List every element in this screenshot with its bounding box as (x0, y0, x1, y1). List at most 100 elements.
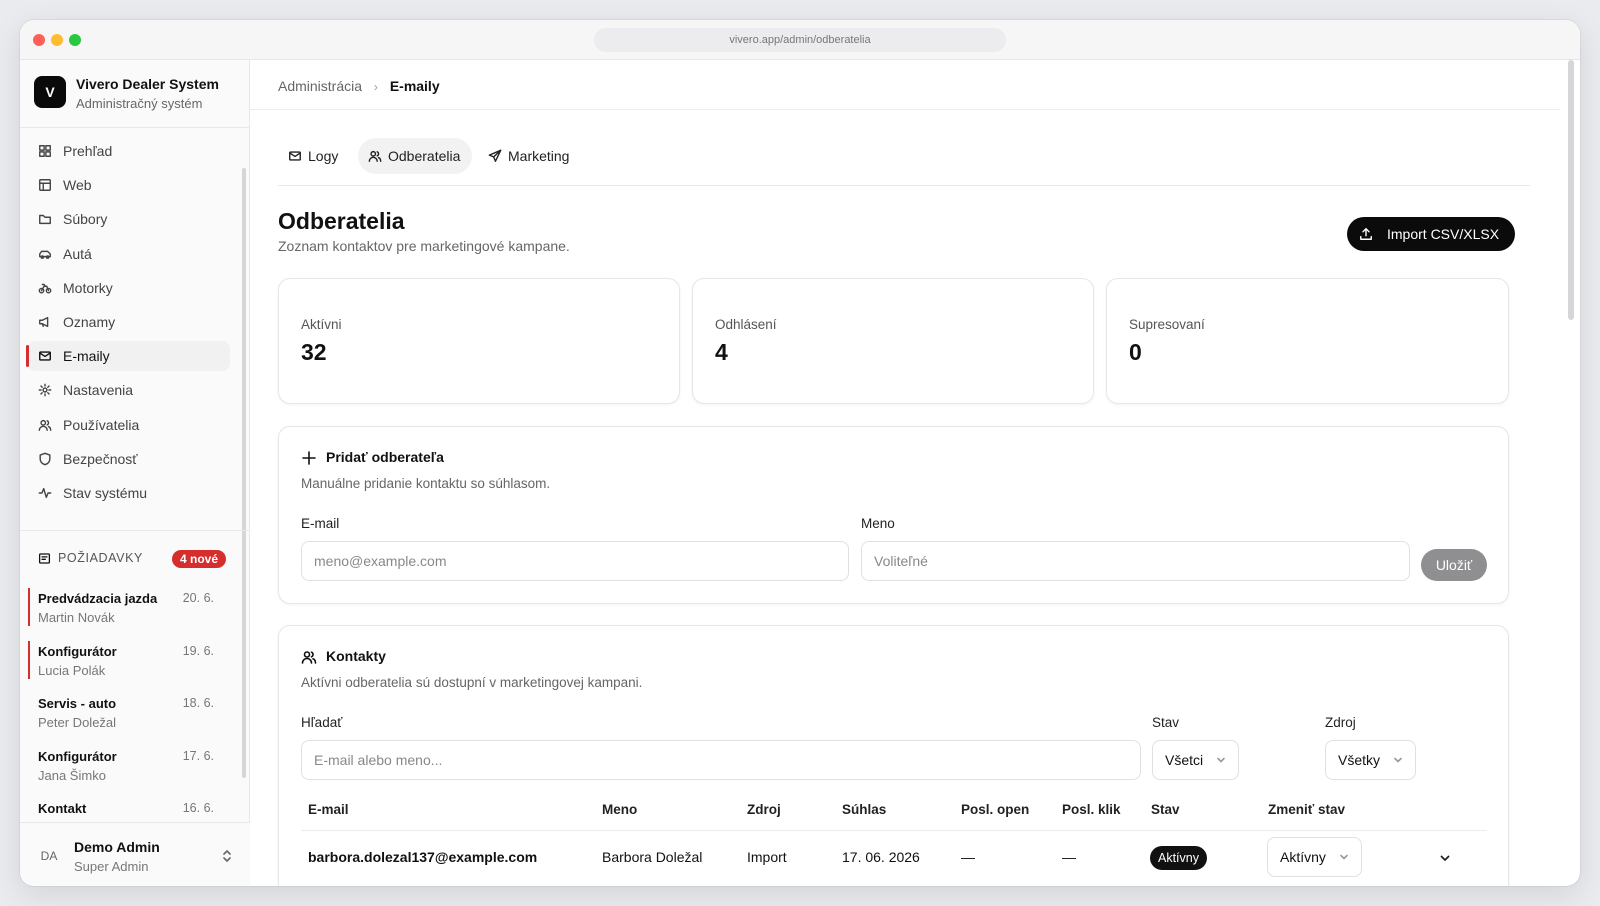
main-content: Administrácia › E-maily Logy Odberatelia… (250, 60, 1580, 886)
email-field[interactable]: meno@example.com (301, 541, 849, 581)
sidebar-divider (20, 127, 250, 128)
brand-title: Vivero Dealer System (76, 76, 219, 92)
sidebar-item-label: Súbory (63, 211, 108, 228)
sidebar-item-pouzivatelia[interactable]: Používatelia (28, 410, 230, 440)
sidebar-item-prehlad[interactable]: Prehľad (28, 136, 230, 166)
import-button-label: Import CSV/XLSX (1387, 226, 1500, 242)
mail-icon (289, 151, 301, 161)
user-menu[interactable]: DA Demo Admin Super Admin (20, 822, 250, 886)
column-header[interactable]: Zmeniť stav (1268, 802, 1345, 817)
user-role: Super Admin (74, 859, 149, 874)
brand-subtitle: Administračný systém (76, 96, 203, 111)
stat-card-unsubscribed: Odhlásení 4 (692, 278, 1094, 404)
breadcrumb-link[interactable]: Administrácia (278, 78, 362, 94)
request-person: Jana Šimko (38, 767, 106, 783)
stat-value: 0 (1129, 339, 1142, 365)
chevron-down-icon (1217, 757, 1225, 763)
zoom-window-button[interactable] (69, 34, 81, 46)
sidebar-item-subory[interactable]: Súbory (28, 204, 230, 234)
sidebar-item-oznamy[interactable]: Oznamy (28, 307, 230, 337)
tab-odberatelia[interactable]: Odberatelia (358, 138, 472, 174)
stat-label: Supresovaní (1129, 317, 1205, 332)
brand[interactable]: V Vivero Dealer System Administračný sys… (34, 76, 244, 116)
breadcrumb: Administrácia › E-maily (278, 76, 440, 96)
sidebar-item-label: Používatelia (63, 416, 140, 433)
sidebar-item-label: E-maily (63, 348, 110, 365)
request-date: 18. 6. (182, 696, 214, 710)
close-window-button[interactable] (33, 34, 45, 46)
sidebar-item-label: Bezpečnosť (63, 450, 138, 467)
status-filter-label: Stav (1152, 715, 1180, 730)
brand-logo: V (34, 76, 66, 108)
sidebar-nav: Prehľad Web Súbory Autá Motorky Oznamy E… (26, 136, 230, 512)
request-date: 19. 6. (182, 643, 214, 658)
save-button[interactable]: Uložiť (1421, 549, 1487, 581)
import-button[interactable]: Import CSV/XLSX (1347, 217, 1515, 251)
status-filter-value: Všetci (1165, 752, 1204, 768)
column-header[interactable]: E-mail (308, 802, 349, 817)
sidebar-item-label: Web (63, 177, 92, 194)
cell-consent: 17. 06. 2026 (842, 849, 920, 865)
add-subscriber-title: Pridať odberateľa (301, 449, 444, 465)
sidebar-item-label: Stav systému (63, 484, 148, 501)
column-header[interactable]: Súhlas (842, 802, 886, 817)
contacts-subtitle: Aktívni odberatelia sú dostupní v market… (301, 675, 643, 690)
expand-row-chevron-icon[interactable] (1439, 852, 1451, 864)
list-item[interactable]: Servis - auto Peter Doležal 18. 6. (28, 693, 224, 746)
add-subscriber-title-text: Pridať odberateľa (326, 449, 444, 465)
upload-icon (1360, 228, 1372, 240)
megaphone-icon (39, 316, 49, 328)
sidebar-item-nastavenia[interactable]: Nastavenia (28, 375, 230, 405)
sidebar-item-e-maily[interactable]: E-maily (26, 341, 230, 372)
sidebar-item-auta[interactable]: Autá (28, 239, 230, 269)
url-bar[interactable]: vivero.app/admin/odberatelia (594, 28, 1006, 52)
status-filter-select[interactable]: Všetci (1152, 740, 1239, 780)
search-input[interactable]: E-mail alebo meno... (301, 740, 1141, 780)
mail-icon (39, 351, 51, 361)
tab-label: Marketing (508, 148, 570, 164)
request-person: Peter Doležal (38, 715, 117, 730)
chevron-down-icon (1394, 757, 1402, 763)
users-icon (368, 150, 382, 162)
column-header[interactable]: Posl. open (961, 802, 1029, 817)
name-field[interactable]: Voliteľné (861, 541, 1410, 581)
list-item[interactable]: Konfigurátor Lucia Polák 19. 6. (28, 640, 224, 694)
sidebar-item-web[interactable]: Web (28, 170, 230, 200)
car-icon (39, 250, 51, 259)
header-divider (250, 109, 1560, 110)
tabs-divider (278, 185, 1530, 186)
list-item[interactable]: Predvádzacia jazda Martin Novák 20. 6. (28, 588, 224, 641)
requests-title: POŽIADAVKY (58, 551, 143, 565)
source-filter-label: Zdroj (1325, 715, 1356, 730)
tab-logy[interactable]: Logy (278, 138, 350, 174)
main-scrollbar[interactable] (1568, 60, 1574, 320)
list-item[interactable]: Konfigurátor Jana Šimko 17. 6. (28, 746, 224, 799)
requests-header: POŽIADAVKY 4 nové (38, 549, 226, 569)
tab-marketing[interactable]: Marketing (478, 138, 586, 174)
column-header[interactable]: Stav (1151, 802, 1180, 817)
activity-icon (38, 487, 52, 498)
column-header[interactable]: Zdroj (747, 802, 781, 817)
sidebar-item-bezpecnost[interactable]: Bezpečnosť (28, 444, 230, 474)
sidebar-item-label: Nastavenia (63, 382, 134, 399)
sidebar-item-label: Prehľad (63, 143, 113, 159)
stat-card-suppressed: Supresovaní 0 (1106, 278, 1509, 404)
gear-icon (38, 383, 52, 397)
tab-label: Logy (308, 148, 339, 164)
name-label: Meno (861, 516, 895, 531)
column-header[interactable]: Posl. klik (1062, 802, 1121, 817)
change-status-select[interactable]: Aktívny (1267, 837, 1362, 877)
breadcrumb-current: E-maily (389, 78, 440, 94)
minimize-window-button[interactable] (51, 34, 63, 46)
sidebar-scrollbar[interactable] (242, 168, 246, 778)
cell-email: barbora.dolezal137@example.com (308, 849, 538, 865)
sidebar-item-motorky[interactable]: Motorky (28, 273, 230, 303)
source-filter-select[interactable]: Všetky (1325, 740, 1416, 780)
layout-icon (39, 179, 51, 192)
cell-name: Barbora Doležal (602, 849, 703, 865)
page-subtitle: Zoznam kontaktov pre marketingové kampan… (278, 238, 570, 254)
sidebar-item-stav-systemu[interactable]: Stav systému (28, 478, 230, 508)
request-person: Martin Novák (38, 610, 115, 625)
contacts-title-text: Kontakty (326, 648, 386, 664)
column-header[interactable]: Meno (602, 802, 637, 817)
